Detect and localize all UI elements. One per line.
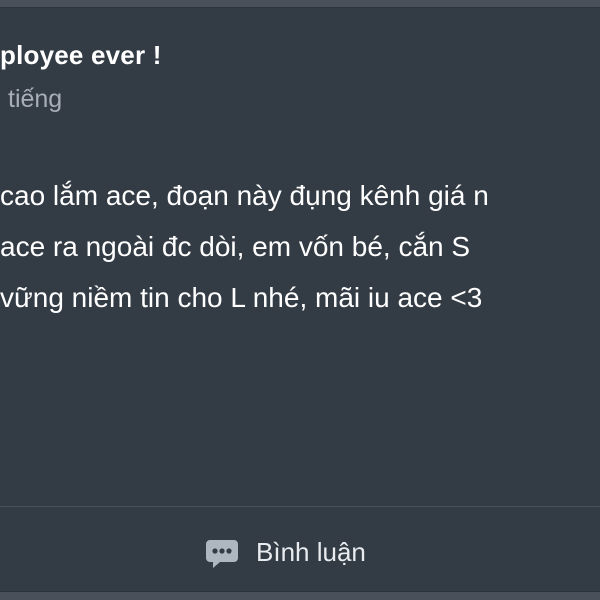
- comment-bubble-icon: [204, 534, 240, 570]
- comment-button[interactable]: Bình luận: [204, 528, 366, 576]
- post-subtitle: tiếng: [8, 85, 63, 113]
- post-body: cao lắm ace, đoạn này đụng kênh giá n ac…: [0, 170, 489, 323]
- post-body-line: vững niềm tin cho L nhé, mãi iu ace <3: [0, 282, 483, 313]
- post-body-line: ace ra ngoài đc dòi, em vốn bé, cắn S: [0, 231, 471, 262]
- comment-button-label: Bình luận: [256, 537, 366, 567]
- screen: ployee ever ! tiếng cao lắm ace, đoạn nà…: [0, 0, 600, 600]
- post-title: ployee ever !: [0, 40, 162, 70]
- post-body-line: cao lắm ace, đoạn này đụng kênh giá n: [0, 180, 489, 211]
- post-card: ployee ever ! tiếng cao lắm ace, đoạn nà…: [0, 8, 600, 591]
- action-divider: [0, 506, 600, 507]
